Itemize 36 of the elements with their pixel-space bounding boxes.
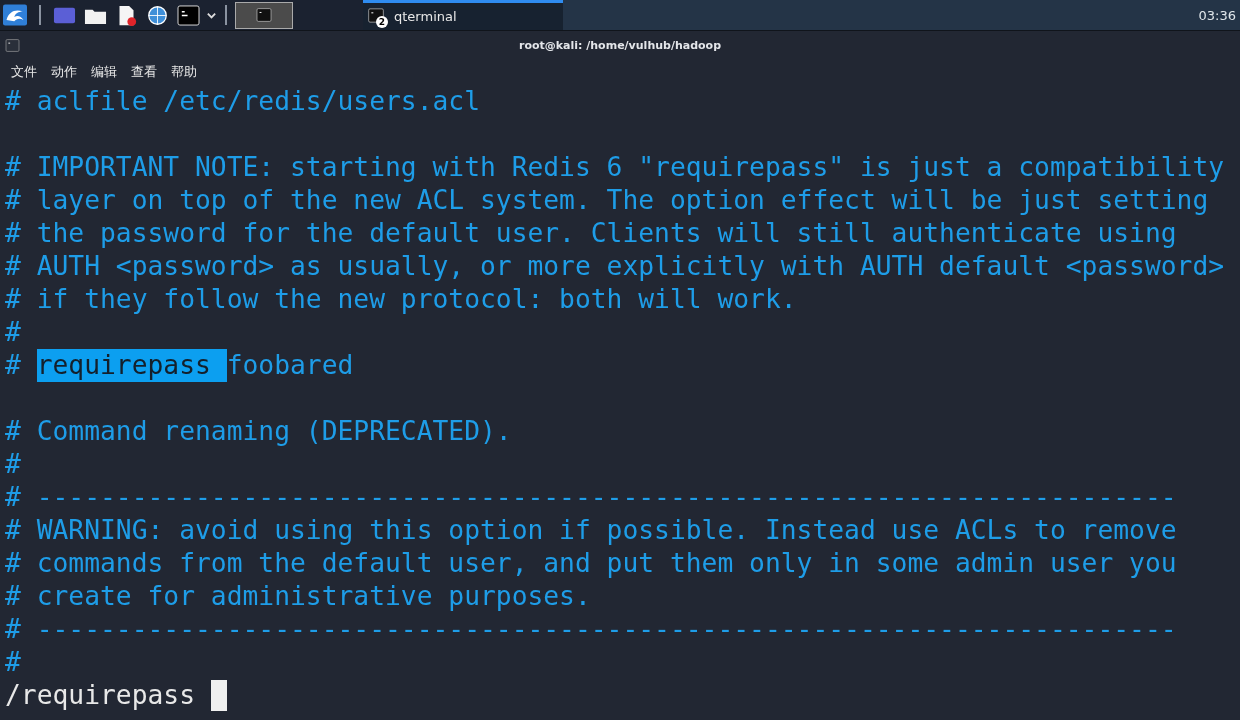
code-line: # xyxy=(5,646,21,679)
menu-item[interactable]: 文件 xyxy=(11,63,37,81)
code-line: # the password for the default user. Clients will still authenticate using xyxy=(5,217,1177,250)
code-line: # Command renaming (DEPRECATED). xyxy=(5,415,512,448)
code-line: # xyxy=(5,316,21,349)
code-line: # xyxy=(5,349,22,382)
code-line: # layer on top of the new ACL system. The option effect will be just setting xyxy=(5,184,1209,217)
menu-item[interactable]: 动作 xyxy=(51,63,77,81)
code-line: # commands from the default user, and put them only in some admin user you xyxy=(5,547,1177,580)
terminal-icon xyxy=(5,39,20,52)
clock: 03:36 xyxy=(1198,7,1236,23)
search-match: requirepass xyxy=(36,349,227,382)
terminal-icon[interactable] xyxy=(177,4,200,26)
code-line: # ------------------------------------------------------------------------ xyxy=(5,481,1177,514)
task-title: qterminal xyxy=(394,9,457,24)
menu-item[interactable]: 帮助 xyxy=(171,63,197,81)
workspace-thumbnail[interactable] xyxy=(235,1,293,29)
globe-icon[interactable] xyxy=(146,4,169,26)
menu-item[interactable]: 查看 xyxy=(131,63,157,81)
code-line: foobared xyxy=(226,349,354,382)
code-line: # IMPORTANT NOTE: starting with Redis 6 "requirepass" is just a compatibility xyxy=(5,151,1225,184)
code-line: # xyxy=(5,448,21,481)
command-input[interactable]: /requirepass xyxy=(5,679,195,712)
code-line: # if they follow the new protocol: both will work. xyxy=(5,283,797,316)
terminal-icon xyxy=(368,7,384,23)
code-line: # WARNING: avoid using this option if possible. Instead use ACLs to remove xyxy=(5,514,1177,547)
terminal-icon xyxy=(256,8,272,22)
dragon-logo-icon[interactable] xyxy=(3,3,27,27)
taskbar-task[interactable]: 2 qterminal xyxy=(363,0,563,30)
code-line: # create for administrative purposes. xyxy=(5,580,591,613)
code-line: # AUTH <password> as usually, or more explicitly with AUTH default <password> xyxy=(5,250,1225,283)
window-title: root@kali: /home/vulhub/hadoop xyxy=(518,38,722,52)
code-line: # ------------------------------------------------------------------------ xyxy=(5,613,1177,646)
code-line: # aclfile /etc/redis/users.acl xyxy=(5,85,480,118)
menu-item[interactable]: 编辑 xyxy=(91,63,117,81)
text-cursor xyxy=(211,680,227,711)
